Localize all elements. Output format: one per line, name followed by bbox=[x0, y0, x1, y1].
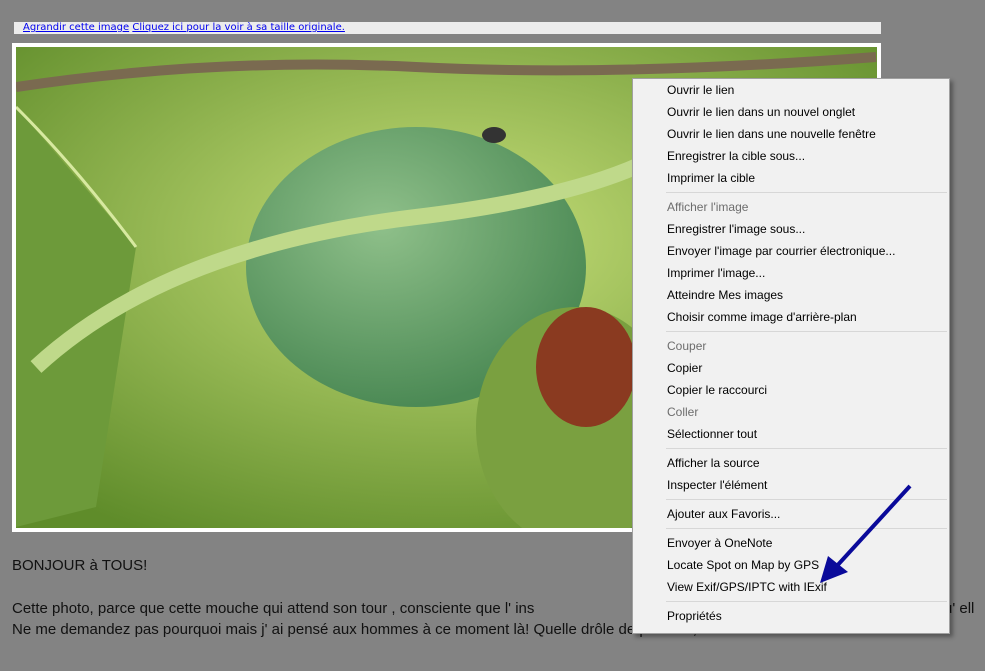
menu-item[interactable]: Propriétés bbox=[633, 605, 949, 627]
menu-item[interactable]: Ouvrir le lien dans une nouvelle fenêtre bbox=[633, 123, 949, 145]
menu-item: Coller bbox=[667, 405, 699, 419]
menu-item[interactable]: Ajouter aux Favoris... bbox=[633, 503, 949, 525]
greeting-text: BONJOUR à TOUS! bbox=[12, 557, 148, 574]
enlarge-image-link[interactable]: Agrandir cette image bbox=[23, 22, 129, 33]
menu-item[interactable]: Imprimer l'image... bbox=[633, 262, 949, 284]
menu-item[interactable]: Enregistrer la cible sous... bbox=[633, 145, 949, 167]
menu-item[interactable]: Atteindre Mes images bbox=[633, 284, 949, 306]
original-size-link[interactable]: Cliquez ici pour la voir à sa taille ori… bbox=[132, 22, 345, 33]
menu-item[interactable]: Envoyer l'image par courrier électroniqu… bbox=[633, 240, 949, 262]
menu-item[interactable]: Imprimer la cible bbox=[633, 167, 949, 189]
menu-item: Afficher l'image bbox=[667, 200, 749, 214]
menu-item[interactable]: View Exif/GPS/IPTC with IExif bbox=[633, 576, 949, 598]
menu-separator bbox=[666, 192, 947, 193]
menu-item[interactable]: Afficher la source bbox=[633, 452, 949, 474]
menu-item[interactable]: Ouvrir le lien bbox=[633, 79, 949, 101]
image-link-bar: Agrandir cette image Cliquez ici pour la… bbox=[14, 22, 881, 34]
menu-item[interactable]: Copier le raccourci bbox=[633, 379, 949, 401]
menu-item: Couper bbox=[667, 339, 707, 353]
menu-item[interactable]: Ouvrir le lien dans un nouvel onglet bbox=[633, 101, 949, 123]
menu-item[interactable]: Locate Spot on Map by GPS bbox=[633, 554, 949, 576]
menu-item[interactable]: Sélectionner tout bbox=[633, 423, 949, 445]
context-menu: Ouvrir le lien Ouvrir le lien dans un nou… bbox=[632, 78, 950, 634]
paragraph-line-1: Cette photo, parce que cette mouche qui … bbox=[12, 600, 535, 617]
menu-separator bbox=[666, 331, 947, 332]
menu-item[interactable]: Enregistrer l'image sous... bbox=[633, 218, 949, 240]
menu-item[interactable]: Choisir comme image d'arrière-plan bbox=[633, 306, 949, 328]
menu-item[interactable]: Copier bbox=[633, 357, 949, 379]
menu-item[interactable]: Envoyer à OneNote bbox=[633, 532, 949, 554]
menu-separator bbox=[666, 601, 947, 602]
menu-separator bbox=[666, 528, 947, 529]
menu-separator bbox=[666, 499, 947, 500]
menu-separator bbox=[666, 448, 947, 449]
menu-item[interactable]: Inspecter l'élément bbox=[633, 474, 949, 496]
